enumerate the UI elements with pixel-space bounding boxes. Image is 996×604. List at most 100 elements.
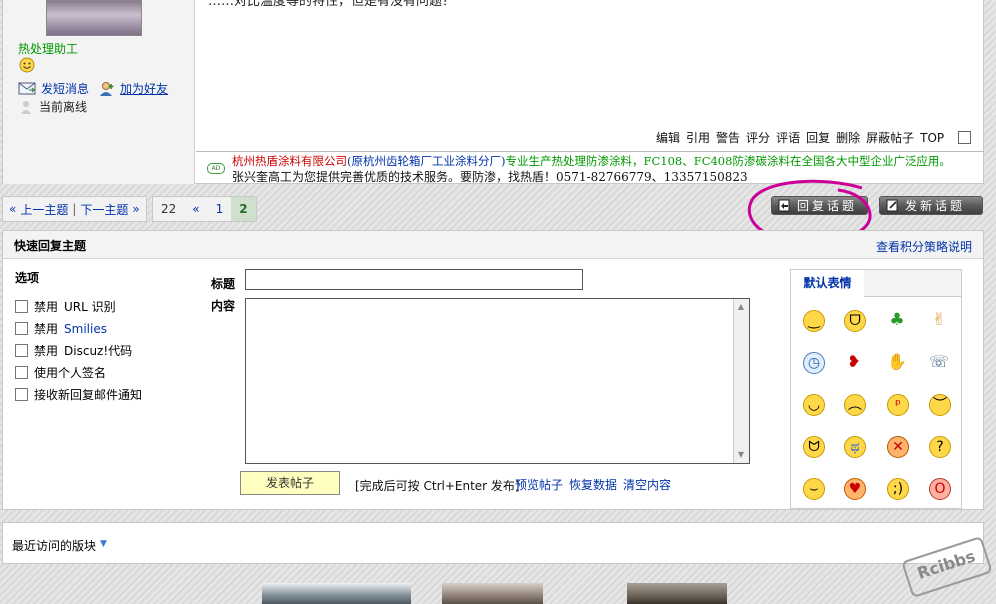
cry-icon[interactable]: ಥ (844, 436, 866, 458)
sad-icon[interactable]: ︶ (929, 394, 951, 416)
scroll-down-icon[interactable]: ▼ (736, 450, 746, 460)
wink-icon[interactable]: ;) (887, 478, 909, 500)
avatar[interactable] (46, 0, 142, 36)
option-prefix: 禁用 (34, 344, 59, 358)
action-comment[interactable]: 评语 (776, 129, 800, 146)
reply-topic-button[interactable]: 回复话题 (771, 196, 868, 215)
smilies-default-tab[interactable]: 默认表情 (791, 270, 865, 297)
preview-post-link[interactable]: 预览帖子 (515, 476, 563, 493)
page-1[interactable]: 1 (208, 197, 232, 221)
option-disable-smilies[interactable]: 禁用 Smilies (15, 320, 107, 337)
content-textarea[interactable]: ▲ ▼ (245, 298, 750, 464)
page-current: 2 (231, 197, 256, 221)
shy-icon[interactable]: ⌣ (803, 478, 825, 500)
signature-divider (196, 151, 984, 152)
tongue-icon[interactable]: ᵖ (887, 394, 909, 416)
add-friend-link[interactable]: 加为好友 (99, 80, 168, 97)
quick-reply-panel: 快速回复主题 查看积分策略说明 选项 禁用 URL 识别 禁用 Smilies … (2, 230, 984, 510)
action-top[interactable]: TOP (920, 131, 944, 145)
recent-boards-bar: 最近访问的版块 ▼ (2, 522, 984, 564)
telephone-icon[interactable]: ☏ (929, 352, 949, 372)
send-pm-label: 发短消息 (41, 82, 90, 96)
points-policy-link[interactable]: 查看积分策略说明 (876, 238, 972, 255)
option-highlight: Smilies (64, 321, 107, 336)
thumbnail-image[interactable] (627, 583, 727, 604)
victory-hand-icon[interactable]: ✌ (929, 310, 949, 330)
clear-content-link[interactable]: 清空内容 (623, 476, 671, 493)
action-rate[interactable]: 评分 (746, 129, 770, 146)
option-prefix: 接收新回复邮件通知 (34, 388, 143, 402)
ad-line-2: 张兴奎高工为您提供完善优质的技术服务。要防渗，找热盾！0571-82766779… (232, 170, 748, 184)
next-thread-link[interactable]: 下一主题 (80, 201, 128, 218)
action-reply[interactable]: 回复 (806, 129, 830, 146)
author-name[interactable]: 热处理助工 (18, 40, 78, 57)
option-disable-discuz-code[interactable]: 禁用 Discuz!代码 (15, 342, 132, 359)
send-pm-link[interactable]: 发短消息 (18, 80, 89, 97)
submit-post-button[interactable]: 发表帖子 (240, 471, 340, 495)
new-topic-button[interactable]: 发新话题 (879, 196, 983, 215)
add-friend-label: 加为好友 (120, 82, 169, 96)
smilies-panel: 默认表情 ⇅ ‿ ᗜ ♣ ✌ ◷ ❥ ✋ ☏ ◡ ︵ ᵖ ︶ ᗢ ಥ ✕ ? ⌣… (790, 269, 962, 509)
content-label: 内容 (211, 299, 236, 313)
checkbox[interactable] (15, 344, 28, 357)
kiss-icon[interactable]: ♥ (844, 478, 866, 500)
lips-icon[interactable]: ❥ (844, 352, 864, 372)
new-topic-label: 发新话题 (905, 199, 966, 213)
post-container: 热处理助工 发短消息 加为好友 当前离线 ……对比温度等的特性，但是有没有问题？… (2, 0, 984, 184)
green-man-icon[interactable]: ♣ (887, 310, 907, 330)
option-prefix: 禁用 (34, 300, 59, 314)
post-actions: 编辑 引用 警告 评分 评语 回复 删除 屏蔽帖子 TOP (656, 129, 972, 146)
checkbox[interactable] (15, 366, 28, 379)
offline-user-icon (21, 100, 31, 114)
smile-icon[interactable]: ‿ (803, 310, 825, 332)
action-edit[interactable]: 编辑 (656, 129, 680, 146)
grin-icon[interactable]: ᗜ (844, 310, 866, 332)
option-use-signature[interactable]: 使用个人签名 (15, 364, 106, 381)
shout-icon[interactable]: ✕ (887, 436, 909, 458)
thread-navigation: « 上一主题 | 下一主题 » (2, 196, 147, 222)
clock-icon[interactable]: ◷ (803, 352, 825, 374)
submit-hint: [完成后可按 Ctrl+Enter 发布] (355, 479, 520, 493)
shocked-icon[interactable]: O (929, 478, 951, 500)
scroll-up-icon[interactable]: ▲ (736, 302, 746, 312)
angry-icon[interactable]: ︵ (844, 394, 866, 416)
action-quote[interactable]: 引用 (686, 129, 710, 146)
quick-reply-header: 快速回复主题 查看积分策略说明 (3, 231, 983, 259)
page-total: 22 (161, 202, 177, 216)
checkbox[interactable] (15, 388, 28, 401)
subject-input[interactable] (245, 269, 583, 290)
laugh-icon[interactable]: ᗢ (803, 436, 825, 458)
option-highlight: URL 识别 (64, 300, 116, 314)
restore-data-link[interactable]: 恢复数据 (569, 476, 617, 493)
checkbox[interactable] (15, 300, 28, 313)
option-disable-url[interactable]: 禁用 URL 识别 (15, 298, 116, 315)
thumbnail-image[interactable] (442, 583, 543, 604)
online-smiley-icon (19, 57, 35, 76)
dropdown-arrow-icon[interactable]: ▼ (100, 539, 107, 549)
quick-reply-title: 快速回复主题 (14, 239, 87, 253)
action-block[interactable]: 屏蔽帖子 (866, 129, 914, 146)
smilies-tabbar: ⇅ (864, 270, 961, 297)
action-warn[interactable]: 警告 (716, 129, 740, 146)
online-status: 当前离线 (18, 98, 87, 115)
nav-separator: | (72, 202, 77, 216)
select-post-checkbox[interactable] (958, 131, 972, 144)
reply-doc-icon (778, 199, 790, 212)
confused-icon[interactable]: ? (929, 436, 951, 458)
reply-topic-label: 回复话题 (797, 199, 858, 213)
happy-icon[interactable]: ◡ (803, 394, 825, 416)
page-first[interactable]: « (184, 197, 207, 221)
recent-boards-label[interactable]: 最近访问的版块 (12, 537, 96, 554)
handshake-icon[interactable]: ✋ (887, 352, 907, 372)
subject-label: 标题 (211, 277, 236, 291)
thumbnail-image[interactable] (262, 583, 411, 604)
content-scrollbar[interactable]: ▲ ▼ (733, 299, 749, 463)
option-email-notify[interactable]: 接收新回复邮件通知 (15, 386, 142, 403)
ad-badge: AD (207, 163, 225, 174)
prev-arrow-icon: « (9, 202, 17, 216)
ad-line-1[interactable]: 杭州热盾涂料有限公司(原杭州齿轮箱厂工业涂料分厂)专业生产热处理防渗涂料，FC1… (232, 153, 951, 169)
action-delete[interactable]: 删除 (836, 129, 860, 146)
pagination: 22 « 1 2 (152, 196, 257, 222)
prev-thread-link[interactable]: 上一主题 (20, 201, 68, 218)
checkbox[interactable] (15, 322, 28, 335)
